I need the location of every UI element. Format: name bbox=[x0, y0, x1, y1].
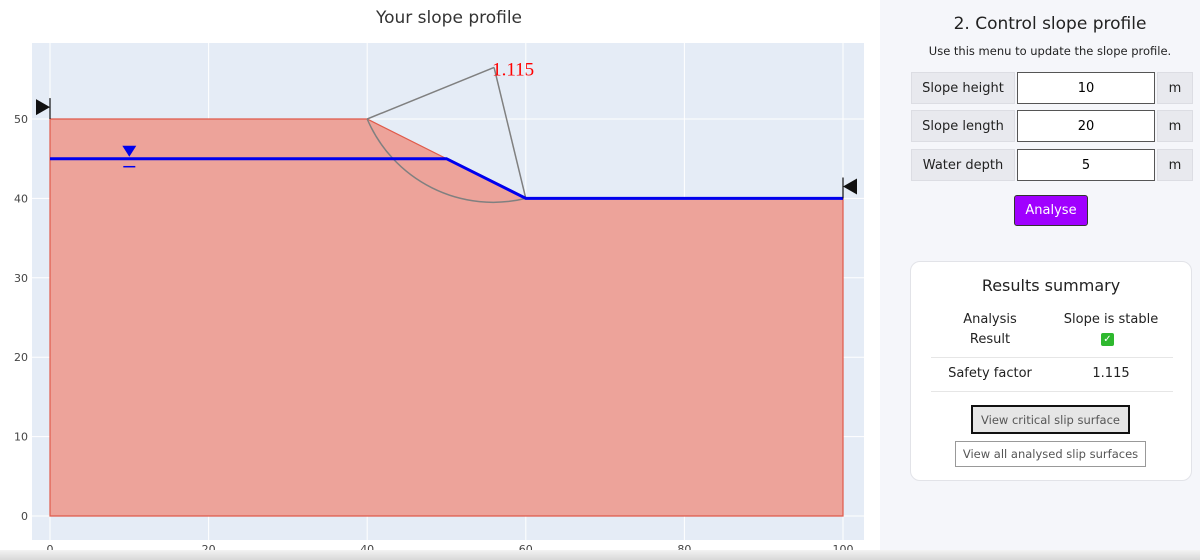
results-divider-1 bbox=[931, 357, 1173, 358]
slope-length-label: Slope length bbox=[911, 110, 1015, 142]
results-divider-2 bbox=[931, 391, 1173, 392]
safety-factor-value: 1.115 bbox=[1092, 366, 1130, 381]
view-critical-slip-button[interactable]: View critical slip surface bbox=[971, 405, 1130, 434]
control-description: Use this menu to update the slope profil… bbox=[928, 44, 1172, 58]
analysis-result-label: Analysis Result bbox=[931, 310, 1049, 350]
y-tick-label: 20 bbox=[14, 351, 28, 364]
y-tick-label: 30 bbox=[14, 272, 28, 285]
y-axis-ticks: 0 10 20 30 40 50 bbox=[14, 113, 28, 523]
y-tick-label: 50 bbox=[14, 113, 28, 126]
y-tick-label: 0 bbox=[21, 510, 28, 523]
slope-height-label: Slope height bbox=[911, 72, 1015, 104]
water-depth-label: Water depth bbox=[911, 149, 1015, 181]
slope-height-input[interactable] bbox=[1017, 72, 1155, 104]
results-title: Results summary bbox=[981, 276, 1121, 295]
water-depth-unit: m bbox=[1157, 149, 1193, 181]
slope-length-unit: m bbox=[1157, 110, 1193, 142]
param-row-water-depth: Water depth m bbox=[911, 149, 1193, 181]
param-row-slope-length: Slope length m bbox=[911, 110, 1193, 142]
plot-title: Your slope profile bbox=[375, 8, 523, 28]
y-tick-label: 40 bbox=[14, 192, 28, 205]
analyse-button[interactable]: Analyse bbox=[1014, 195, 1088, 226]
plot-panel: 020406080100 01020304050 1.115 Your slop… bbox=[0, 0, 880, 560]
slope-length-input[interactable] bbox=[1017, 110, 1155, 142]
param-row-slope-height: Slope height m bbox=[911, 72, 1193, 104]
y-tick-label: 10 bbox=[14, 431, 28, 444]
check-icon: ✓ bbox=[1101, 333, 1114, 346]
analysis-label-line1: Analysis bbox=[963, 312, 1017, 327]
safety-factor-label: 1.115 bbox=[492, 59, 534, 80]
control-panel: 2. Control slope profile Use this menu t… bbox=[880, 0, 1200, 560]
slope-height-unit: m bbox=[1157, 72, 1193, 104]
results-summary-card: Results summary Analysis Result Slope is… bbox=[910, 261, 1192, 481]
analysis-label-line2: Result bbox=[969, 332, 1011, 347]
water-depth-input[interactable] bbox=[1017, 149, 1155, 181]
slope-plot: 020406080100 01020304050 1.115 bbox=[14, 43, 864, 556]
analysis-result-value: Slope is stable bbox=[1063, 312, 1159, 327]
window-bottom-edge bbox=[0, 550, 1200, 560]
control-title: 2. Control slope profile bbox=[953, 14, 1147, 34]
safety-factor-row-label: Safety factor bbox=[948, 366, 1032, 381]
view-all-slip-surfaces-button[interactable]: View all analysed slip surfaces bbox=[955, 441, 1146, 467]
